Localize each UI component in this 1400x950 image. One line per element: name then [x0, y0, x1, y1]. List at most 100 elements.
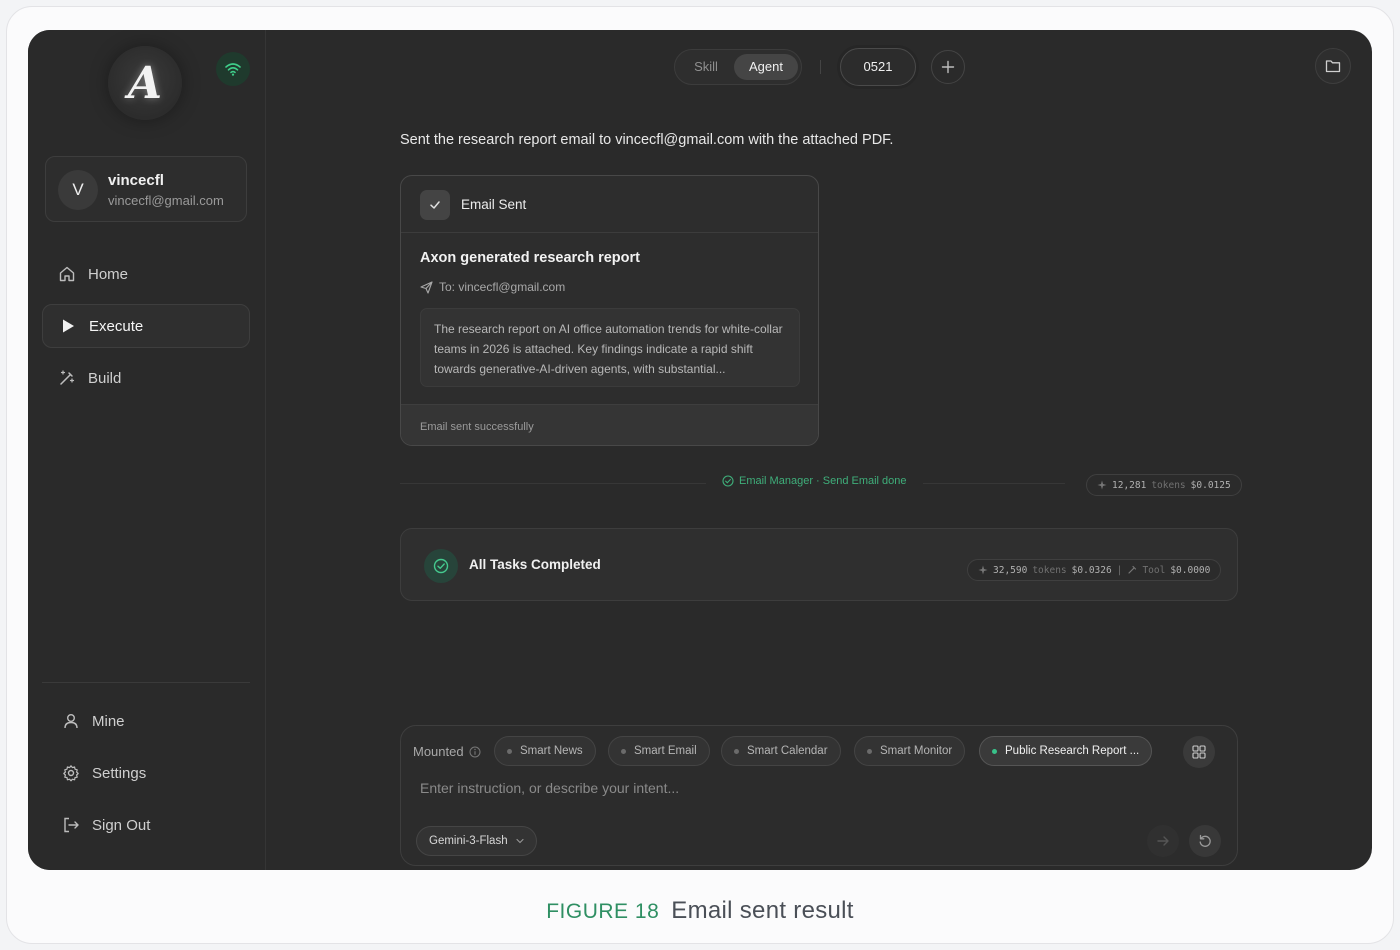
step-status: Email Manager · Send Email done	[706, 475, 923, 487]
topbar-separator	[820, 60, 821, 74]
tasks-completed-card: All Tasks Completed 32,590 tokens $0.032…	[400, 528, 1238, 601]
app-logo[interactable]: A	[108, 46, 182, 120]
sidebar-divider	[42, 682, 250, 683]
tool-icon	[1128, 565, 1137, 574]
model-name: Gemini-3-Flash	[429, 835, 508, 847]
mounted-chip-smart-monitor[interactable]: Smart Monitor	[854, 736, 966, 766]
mode-switch: Skill Agent	[674, 49, 802, 85]
avatar: V	[58, 170, 98, 210]
step-token-cost: $0.0125	[1190, 479, 1231, 491]
session-tab[interactable]: 0521	[840, 48, 916, 86]
wifi-icon[interactable]	[216, 52, 250, 86]
send-icon	[420, 280, 433, 294]
chip-label: Smart News	[520, 745, 583, 757]
assistant-message: Sent the research report email to vincec…	[400, 132, 894, 148]
nav-item-mine[interactable]: Mine	[42, 699, 250, 743]
chip-dot	[734, 748, 739, 754]
nav-label-sign-out: Sign Out	[92, 816, 151, 834]
app-window: A V vincecfl vincecfl@gmail.com Home Exe…	[28, 30, 1372, 870]
mode-agent-tab[interactable]: Agent	[734, 54, 798, 80]
email-body-preview: The research report on AI office automat…	[420, 308, 800, 387]
play-icon	[63, 319, 74, 333]
email-status-footer: Email sent successfully	[401, 404, 818, 445]
tool-cost: $0.0000	[1170, 564, 1211, 576]
total-token-count: 32,590	[993, 564, 1028, 576]
nav-label-mine: Mine	[92, 712, 125, 730]
figure-title: Email sent result	[671, 897, 854, 924]
chip-label: Smart Monitor	[880, 745, 953, 757]
step-status-text: Email Manager · Send Email done	[739, 475, 907, 487]
check-circle-icon	[722, 475, 734, 487]
user-icon	[64, 714, 78, 729]
email-sent-card: Email Sent Axon generated research repor…	[400, 175, 819, 446]
nav-item-execute[interactable]: Execute	[42, 304, 250, 348]
total-token-unit: tokens	[1032, 564, 1067, 576]
send-button[interactable]	[1147, 825, 1179, 857]
grid-icon	[1192, 745, 1206, 759]
chip-separator: |	[1116, 564, 1123, 576]
new-session-button[interactable]	[931, 50, 965, 84]
chip-dot	[621, 748, 626, 754]
tool-label: Tool	[1142, 564, 1166, 576]
chip-label: Smart Calendar	[747, 745, 828, 757]
total-token-usage: 32,590 tokens $0.0326 | Tool $0.0000	[967, 559, 1222, 581]
chip-label: Smart Email	[634, 745, 697, 757]
mounted-chip-public-research-report[interactable]: Public Research Report ...	[979, 736, 1153, 766]
check-circle-icon	[424, 549, 458, 583]
mounted-chip-smart-news[interactable]: Smart News	[494, 736, 596, 766]
mounted-chip-smart-email[interactable]: Smart Email	[608, 736, 710, 766]
instruction-input[interactable]: Enter instruction, or describe your inte…	[420, 780, 1160, 802]
mounted-label: Mounted	[413, 744, 481, 759]
email-recipient-text: To: vincecfl@gmail.com	[439, 280, 566, 294]
email-subject: Axon generated research report	[420, 250, 640, 266]
chip-dot	[867, 748, 872, 754]
user-name: vincecfl	[108, 172, 164, 189]
step-token-usage: 12,281 tokens $0.0125	[1086, 474, 1242, 496]
step-token-unit: tokens	[1151, 479, 1186, 491]
nav-item-build[interactable]: Build	[42, 356, 250, 400]
mounted-text: Mounted	[413, 744, 464, 759]
sidebar: A V vincecfl vincecfl@gmail.com Home Exe…	[28, 30, 266, 870]
chip-label: Public Research Report ...	[1005, 745, 1140, 757]
nav-label-home: Home	[88, 265, 129, 283]
email-card-header: Email Sent	[401, 176, 818, 233]
magic-wand-icon	[60, 370, 75, 385]
logo-letter: A	[127, 57, 163, 109]
plus-icon	[941, 60, 955, 74]
folder-icon	[1325, 60, 1341, 73]
nav-label-execute: Execute	[89, 317, 144, 335]
nav-label-build: Build	[88, 369, 122, 387]
sparkle-icon	[1097, 480, 1107, 490]
figure-caption: FIGURE 18 Email sent result	[0, 897, 1400, 925]
figure-number: FIGURE 18	[546, 900, 660, 923]
folder-button[interactable]	[1315, 48, 1351, 84]
step-token-count: 12,281	[1112, 479, 1147, 491]
apps-grid-button[interactable]	[1183, 736, 1215, 768]
total-token-cost: $0.0326	[1071, 564, 1112, 576]
tasks-completed-label: All Tasks Completed	[469, 557, 601, 572]
email-card-header-label: Email Sent	[461, 197, 527, 212]
refresh-icon	[1199, 834, 1211, 847]
composer: Mounted Smart News Smart Email Smart Cal…	[400, 725, 1238, 866]
nav-item-home[interactable]: Home	[42, 252, 250, 296]
chevron-down-icon	[516, 838, 524, 844]
email-recipient: To: vincecfl@gmail.com	[420, 280, 565, 294]
mode-skill-tab[interactable]: Skill	[685, 54, 727, 80]
gear-icon	[63, 765, 79, 782]
user-card[interactable]: V vincecfl vincecfl@gmail.com	[45, 156, 247, 222]
sparkle-icon	[978, 565, 988, 575]
chip-dot-active	[992, 748, 997, 754]
info-icon[interactable]	[469, 746, 481, 758]
user-email: vincecfl@gmail.com	[108, 193, 224, 208]
nav-item-sign-out[interactable]: Sign Out	[42, 803, 250, 847]
nav-item-settings[interactable]: Settings	[42, 751, 250, 795]
model-selector[interactable]: Gemini-3-Flash	[416, 826, 537, 856]
nav-label-settings: Settings	[92, 764, 147, 782]
check-icon	[420, 190, 450, 220]
reset-button[interactable]	[1189, 825, 1221, 857]
arrow-right-icon	[1157, 836, 1169, 846]
home-icon	[59, 266, 75, 282]
chip-dot	[507, 748, 512, 754]
sign-out-icon	[64, 817, 79, 833]
mounted-chip-smart-calendar[interactable]: Smart Calendar	[721, 736, 841, 766]
